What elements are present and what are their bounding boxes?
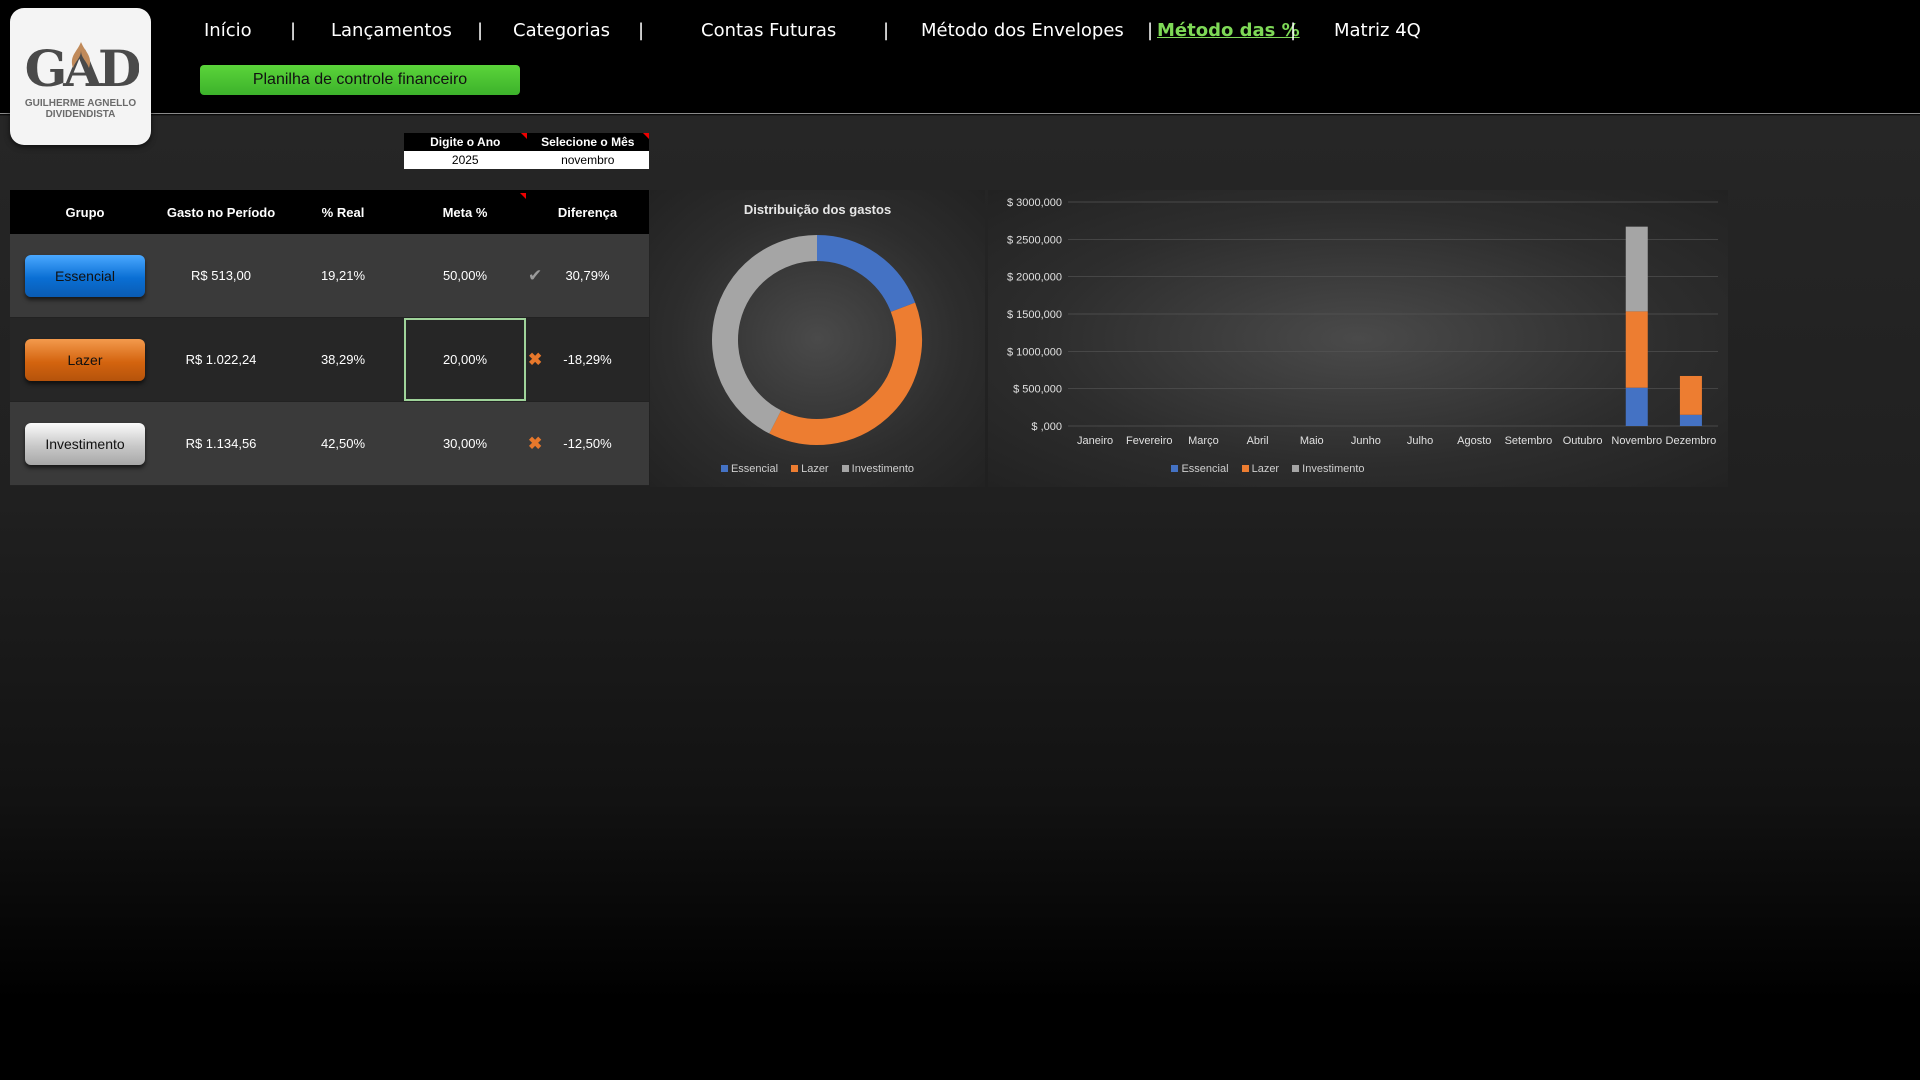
donut-slice-lazer[interactable] xyxy=(769,302,922,445)
x-tick-label: Novembro xyxy=(1611,435,1662,447)
x-tick-label: Julho xyxy=(1407,435,1433,447)
goal-percent-cell[interactable]: 50,00% xyxy=(404,234,526,317)
donut-chart xyxy=(712,235,922,445)
x-tick-label: Março xyxy=(1188,435,1219,447)
year-label: Digite o Ano xyxy=(404,133,527,151)
group-button-lazer[interactable]: Lazer xyxy=(25,338,145,381)
real-percent-cell[interactable]: 19,21% xyxy=(282,234,404,317)
y-tick-label: $ 3000,000 xyxy=(1007,197,1062,209)
nav-separator: | xyxy=(477,20,484,41)
goal-percent-cell-selected[interactable]: 20,00% xyxy=(404,318,526,401)
real-percent-cell[interactable]: 38,29% xyxy=(282,318,404,401)
y-tick-label: $ 500,000 xyxy=(1013,384,1062,396)
nav-separator: | xyxy=(1290,20,1297,41)
nav-separator: | xyxy=(290,20,297,41)
spent-cell[interactable]: R$ 513,00 xyxy=(160,234,282,317)
legend-item-lazer: Lazer xyxy=(791,463,829,475)
x-tick-label: Setembro xyxy=(1505,435,1553,447)
x-tick-label: Abril xyxy=(1247,435,1269,447)
nav-categorias[interactable]: Categorias xyxy=(513,20,610,41)
bar-investimento-novembro[interactable] xyxy=(1625,226,1648,312)
col-header-grupo: Grupo xyxy=(65,204,105,220)
goal-percent-cell[interactable]: 30,00% xyxy=(404,402,526,485)
subtitle-banner[interactable]: Planilha de controle financeiro xyxy=(200,65,520,95)
year-input[interactable]: 2025 xyxy=(404,151,527,169)
nav-metodo-envelopes[interactable]: Método dos Envelopes xyxy=(921,20,1124,41)
table-header: Grupo Gasto no Período % Real Meta % Dif… xyxy=(10,190,649,234)
top-nav: Início | Lançamentos | Categorias | Cont… xyxy=(0,20,1920,48)
x-tick-label: Dezembro xyxy=(1666,435,1717,447)
logo-line-2: DIVIDENDISTA xyxy=(45,108,116,120)
nav-separator: | xyxy=(1147,20,1154,41)
nav-separator: | xyxy=(638,20,645,41)
bar-lazer-novembro[interactable] xyxy=(1625,311,1648,388)
spent-cell[interactable]: R$ 1.134,56 xyxy=(160,402,282,485)
bar-essencial-novembro[interactable] xyxy=(1625,387,1648,426)
col-header-meta: Meta % xyxy=(404,192,526,220)
header-bar: GAD GUILHERME AGNELLO DIVIDENDISTA Iníci… xyxy=(0,0,1920,145)
bar-chart-panel[interactable]: $ ,000 $ 500,000 $ 1000,000 $ 1500,000 $ 200… xyxy=(988,190,1728,487)
difference-cell[interactable]: ✖ -12,50% xyxy=(526,402,649,485)
legend-item-essencial: Essencial xyxy=(720,463,778,475)
nav-inicio[interactable]: Início xyxy=(204,20,252,41)
percent-table: Grupo Gasto no Período % Real Meta % Dif… xyxy=(10,190,649,486)
y-tick-label: $ ,000 xyxy=(1031,421,1062,433)
donut-slice-essencial[interactable] xyxy=(816,235,916,313)
x-tick-label: Maio xyxy=(1300,435,1324,447)
col-header-gasto: Gasto no Período xyxy=(166,204,276,220)
y-tick-label: $ 1500,000 xyxy=(1007,309,1062,321)
col-header-diferenca: Diferença xyxy=(557,204,618,220)
nav-lancamentos[interactable]: Lançamentos xyxy=(331,20,452,41)
y-tick-label: $ 2500,000 xyxy=(1007,234,1062,246)
donut-slice-investimento[interactable] xyxy=(712,235,818,434)
comment-indicator-icon xyxy=(643,133,649,139)
legend-item-investimento: Investimento xyxy=(1292,463,1365,475)
legend-item-essencial: Essencial xyxy=(1171,463,1229,475)
month-select[interactable]: novembro xyxy=(527,151,650,169)
spent-cell[interactable]: R$ 1.022,24 xyxy=(160,318,282,401)
nav-metodo-porcentagem[interactable]: Método das % xyxy=(1157,20,1300,41)
nav-matriz-4q[interactable]: Matriz 4Q xyxy=(1334,20,1421,41)
nav-separator: | xyxy=(883,20,890,41)
table-row: Essencial R$ 513,00 19,21% 50,00% ✔ 30,79… xyxy=(10,234,649,318)
x-tick-label: Fevereiro xyxy=(1126,435,1172,447)
table-row: Investimento R$ 1.134,56 42,50% 30,00% ✖… xyxy=(10,402,649,486)
y-tick-label: $ 1000,000 xyxy=(1007,346,1062,358)
stacked-bar-chart: $ ,000 $ 500,000 $ 1000,000 $ 1500,000 $ 200… xyxy=(1007,197,1718,447)
group-button-essencial[interactable]: Essencial xyxy=(25,254,145,297)
check-icon: ✔ xyxy=(528,265,543,285)
group-button-investimento[interactable]: Investimento xyxy=(25,422,145,465)
logo-line-1: GUILHERME AGNELLO xyxy=(24,97,137,109)
table-row: Lazer R$ 1.022,24 38,29% 20,00% ✖ -18,29% xyxy=(10,318,649,402)
month-label: Selecione o Mês xyxy=(527,133,649,151)
bar-essencial-dezembro[interactable] xyxy=(1679,414,1702,426)
donut-chart-panel[interactable]: Distribuição dos gastos Essencial Lazer … xyxy=(650,190,985,487)
y-tick-label: $ 2000,000 xyxy=(1007,272,1062,284)
bar-lazer-dezembro[interactable] xyxy=(1679,375,1702,415)
x-tick-label: Janeiro xyxy=(1077,435,1113,447)
x-tick-label: Agosto xyxy=(1457,435,1491,447)
cross-icon: ✖ xyxy=(528,349,543,369)
real-percent-cell[interactable]: 42,50% xyxy=(282,402,404,485)
bar-legend: Essencial Lazer Investimento xyxy=(898,463,1638,475)
legend-item-lazer: Lazer xyxy=(1241,463,1279,475)
period-filter: Digite o Ano Selecione o Mês 2025 novemb… xyxy=(404,133,649,171)
comment-indicator-icon xyxy=(520,192,526,199)
x-tick-label: Junho xyxy=(1351,435,1381,447)
difference-cell[interactable]: ✔ 30,79% xyxy=(526,234,649,317)
col-header-real: % Real xyxy=(321,204,365,220)
cross-icon: ✖ xyxy=(528,433,543,453)
difference-cell[interactable]: ✖ -18,29% xyxy=(526,318,649,401)
nav-contas-futuras[interactable]: Contas Futuras xyxy=(701,20,836,41)
x-tick-label: Outubro xyxy=(1563,435,1603,447)
